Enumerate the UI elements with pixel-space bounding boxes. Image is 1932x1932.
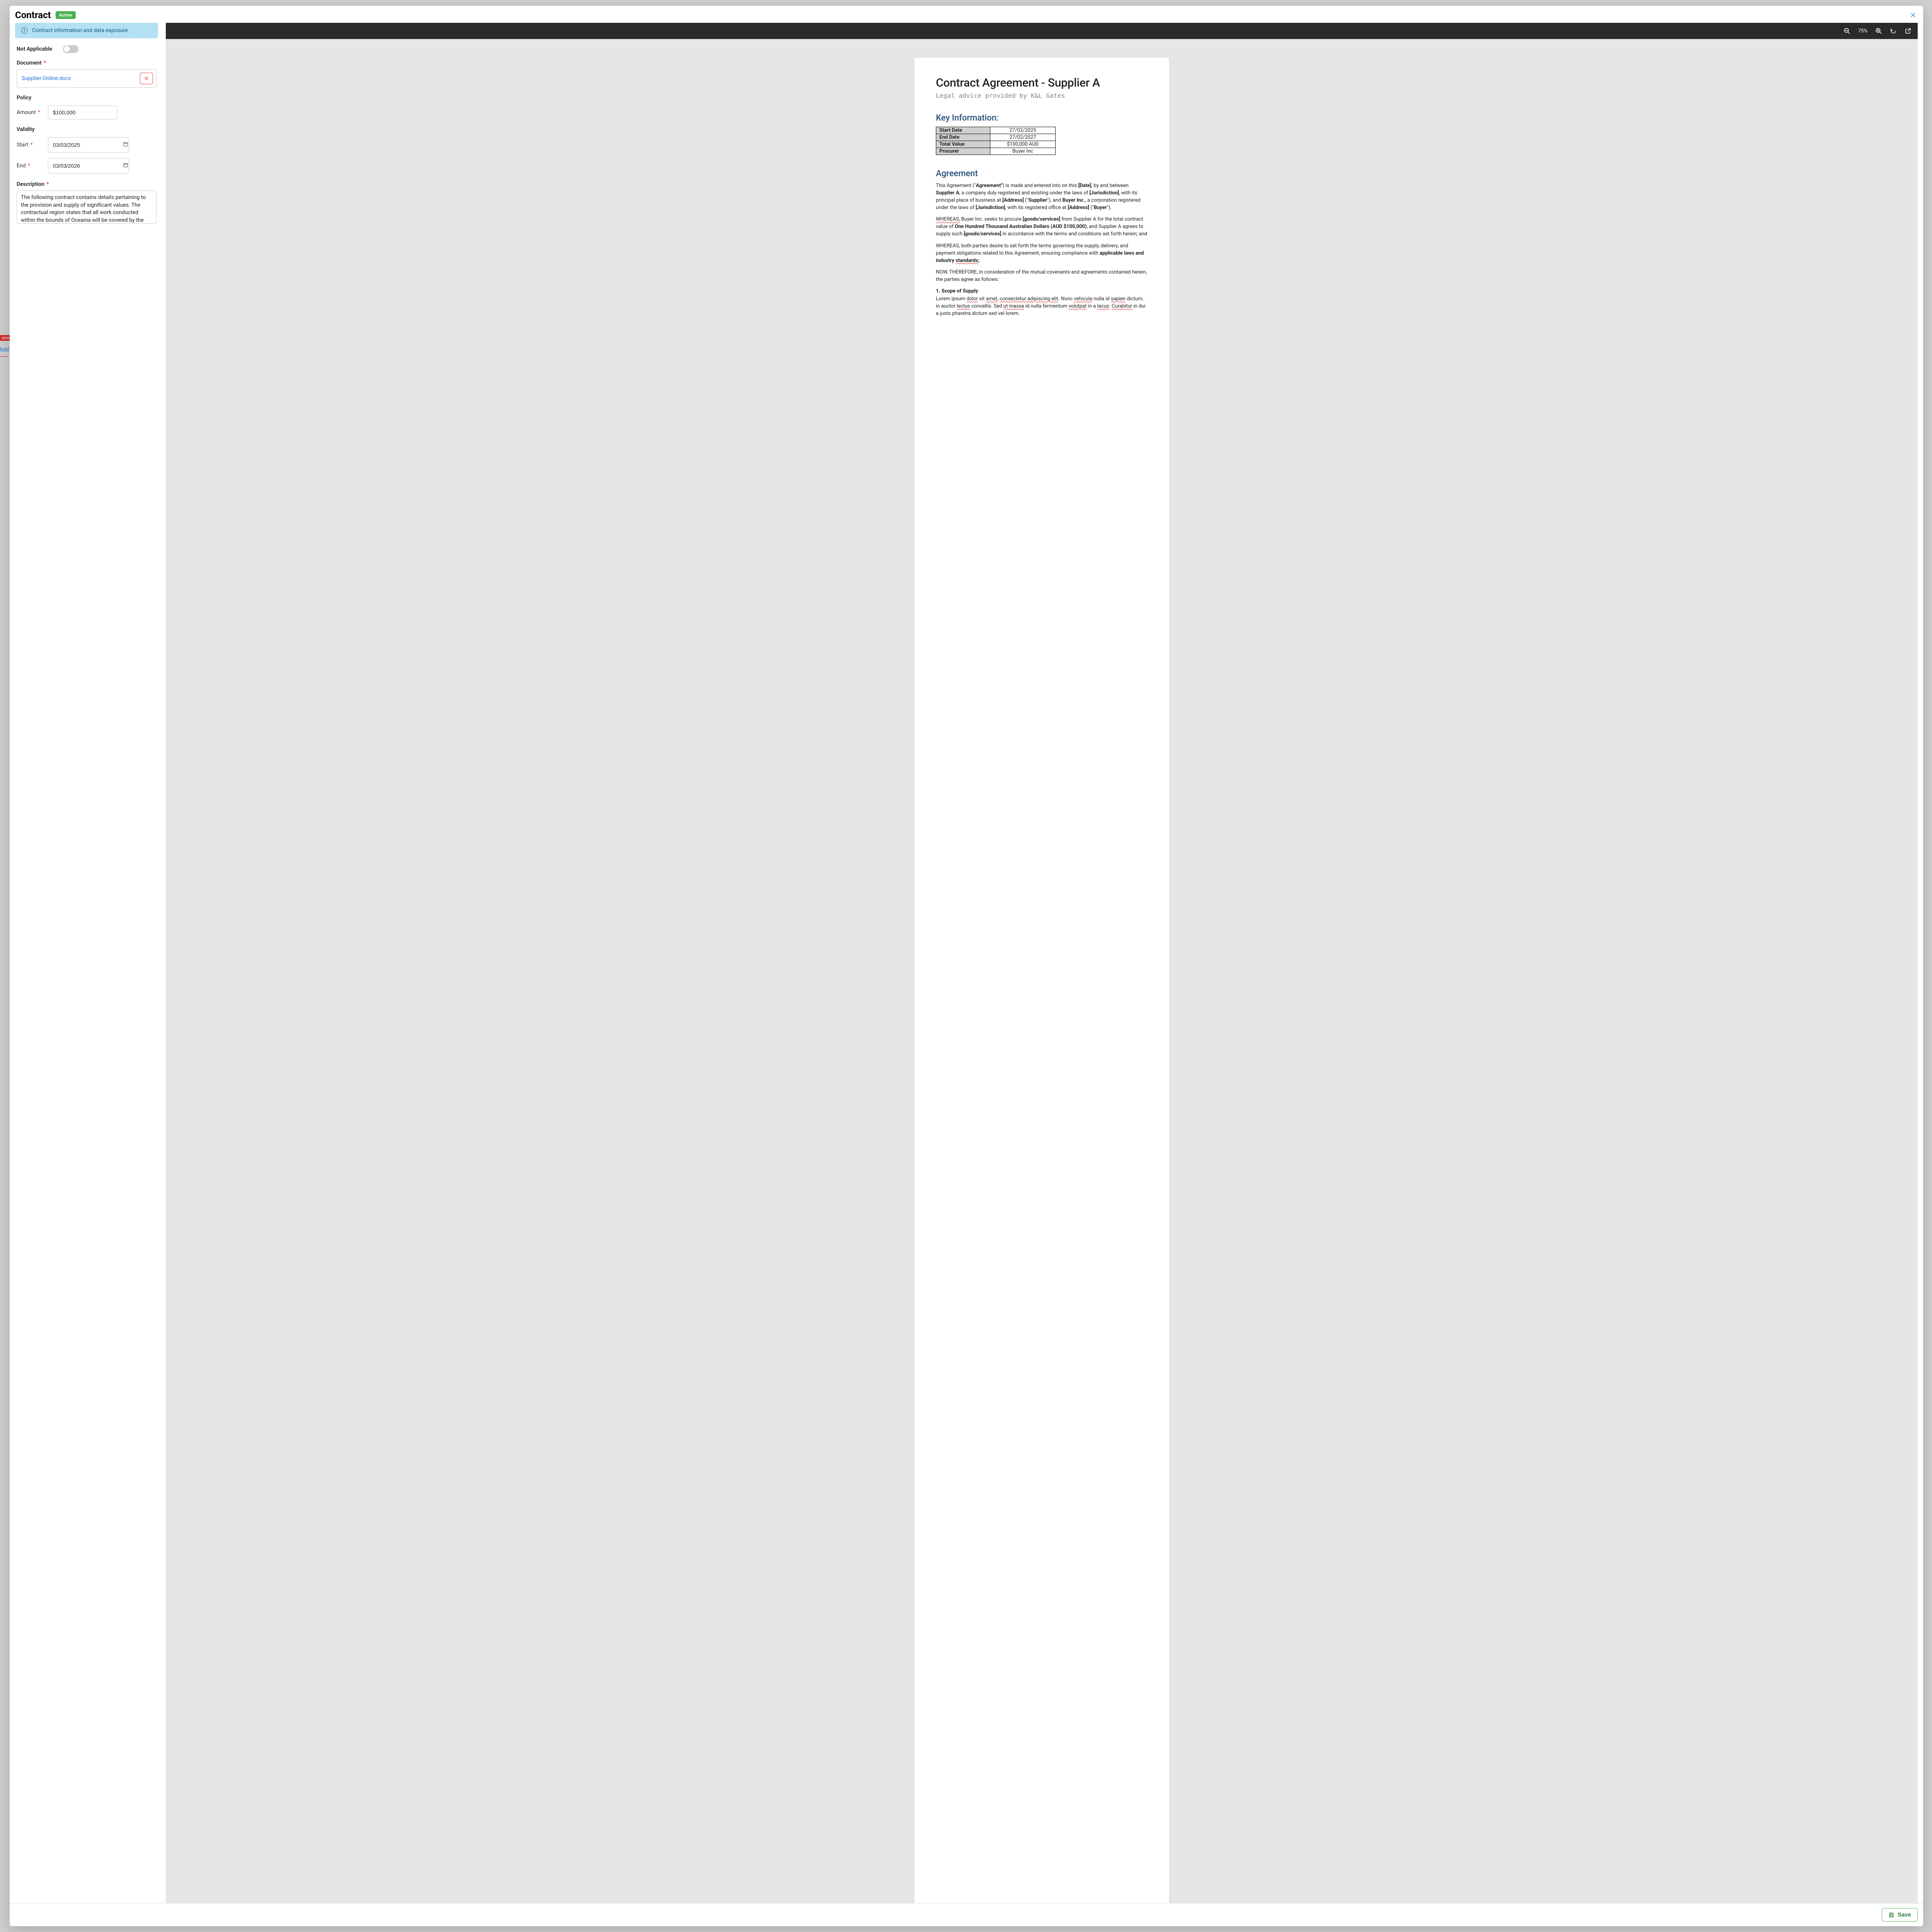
calendar-icon[interactable]: [123, 141, 128, 148]
table-row: End Date27/02/2027: [936, 134, 1056, 141]
remove-icon: [144, 76, 149, 81]
reset-button[interactable]: [1890, 27, 1897, 34]
info-banner: i Contract information and data exposure…: [15, 23, 158, 38]
preview-scroll[interactable]: Contract Agreement - Supplier A Legal ad…: [166, 39, 1918, 1903]
external-link-icon: [1905, 27, 1912, 34]
start-date-field[interactable]: [48, 137, 129, 153]
table-row: Start Date27/02/2025: [936, 127, 1056, 134]
doc-paragraph: Lorem ipsum dolor sit amet, consectetur …: [936, 296, 1148, 318]
document-preview: Contract Agreement - Supplier A Legal ad…: [914, 58, 1169, 1903]
scope-heading: 1. Scope of Supply: [936, 288, 1148, 294]
description-label: Description *: [17, 181, 156, 187]
end-date-field[interactable]: [48, 158, 129, 173]
save-icon: [1888, 1912, 1895, 1918]
calendar-icon[interactable]: [123, 162, 128, 169]
undo-icon: [1890, 27, 1897, 34]
info-icon: i: [21, 27, 27, 34]
zoom-level: 75%: [1858, 28, 1867, 34]
doc-paragraph: NOW, THEREFORE, in consideration of the …: [936, 269, 1148, 284]
document-file-box: Supplier-Online.docx: [17, 69, 156, 88]
table-row: ProcurerBuyer Inc: [936, 148, 1056, 155]
validity-heading: Validity: [17, 126, 156, 133]
close-icon: [1910, 12, 1916, 18]
doc-paragraph: This Agreement ("Agreement") is made and…: [936, 182, 1148, 211]
open-external-button[interactable]: [1905, 27, 1912, 34]
form-panel: i Contract information and data exposure…: [15, 23, 158, 1903]
preview-toolbar: 75%: [166, 23, 1918, 39]
close-button[interactable]: [1908, 10, 1918, 20]
amount-label: Amount *: [17, 109, 42, 116]
zoom-out-icon: [1844, 27, 1850, 34]
keyinfo-heading: Key Information:: [936, 113, 1148, 123]
page-title: Contract: [15, 10, 51, 20]
description-textarea[interactable]: [17, 190, 156, 224]
info-banner-text: Contract information and data exposure.: [32, 27, 129, 34]
zoom-in-button[interactable]: [1875, 27, 1882, 34]
zoom-out-button[interactable]: [1844, 27, 1850, 34]
doc-paragraph: WHEREAS, Buyer Inc. seeks to procure [go…: [936, 216, 1148, 238]
start-label: Start *: [17, 142, 42, 148]
doc-title: Contract Agreement - Supplier A: [936, 76, 1148, 90]
document-remove-button[interactable]: [140, 73, 153, 84]
end-label: End *: [17, 163, 42, 169]
doc-paragraph: WHEREAS, both parties desire to set fort…: [936, 243, 1148, 265]
document-label: Document *: [17, 60, 156, 66]
modal-footer: Save: [10, 1903, 1923, 1926]
policy-heading: Policy: [17, 95, 156, 101]
amount-input[interactable]: [48, 105, 117, 119]
end-date-input[interactable]: [53, 163, 123, 169]
doc-subtitle: Legal advice provided by K&L Gates: [936, 92, 1148, 99]
save-button[interactable]: Save: [1882, 1908, 1918, 1922]
start-date-input[interactable]: [53, 142, 123, 148]
contract-modal: Contract Active i Contract information a…: [10, 6, 1923, 1926]
table-row: Total Value$100,000 AUD: [936, 141, 1056, 148]
save-button-label: Save: [1898, 1912, 1911, 1918]
agreement-heading: Agreement: [936, 169, 1148, 179]
zoom-in-icon: [1875, 27, 1882, 34]
status-badge: Active: [56, 11, 76, 19]
keyinfo-table: Start Date27/02/2025 End Date27/02/2027 …: [936, 127, 1056, 155]
modal-header: Contract Active: [10, 6, 1923, 23]
document-file-link[interactable]: Supplier-Online.docx: [22, 75, 71, 82]
not-applicable-toggle[interactable]: [63, 45, 78, 53]
preview-panel: 75% Contract Agreement - Supplier A Lega…: [166, 23, 1918, 1903]
not-applicable-label: Not Applicable: [17, 46, 52, 52]
